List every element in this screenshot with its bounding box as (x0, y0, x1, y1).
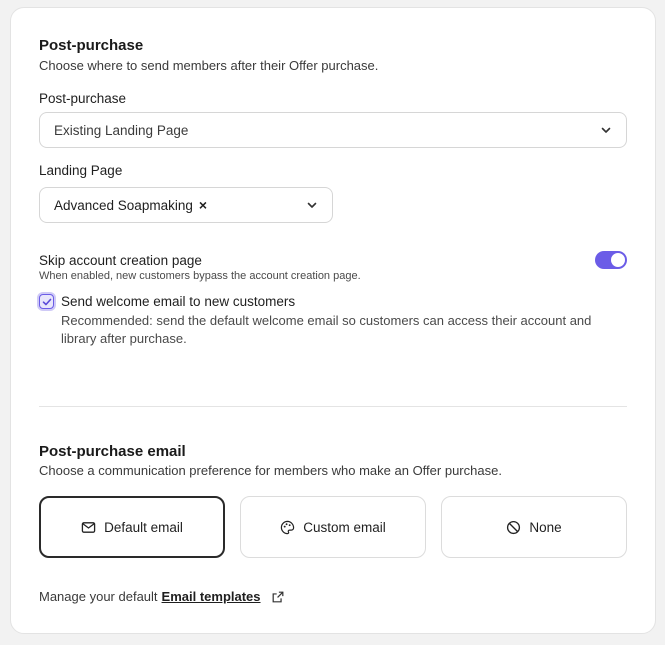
chevron-down-icon (601, 127, 611, 133)
section-subtitle: Choose where to send members after their… (39, 58, 379, 73)
option-label: None (529, 519, 562, 535)
welcome-email-description-line2: library after purchase. (61, 331, 187, 346)
option-none[interactable]: None (441, 496, 627, 558)
ban-icon (507, 520, 521, 534)
chevron-down-icon (307, 202, 317, 208)
post-purchase-value: Existing Landing Page (54, 122, 189, 138)
email-section-title: Post-purchase email (39, 443, 186, 460)
settings-card: Post-purchase Choose where to send membe… (10, 7, 656, 634)
option-custom-email[interactable]: Custom email (240, 496, 426, 558)
welcome-email-label: Send welcome email to new customers (61, 294, 296, 309)
option-default-email[interactable]: Default email (39, 496, 225, 558)
post-purchase-select[interactable]: Existing Landing Page (39, 112, 627, 148)
welcome-email-checkbox[interactable] (39, 294, 54, 309)
landing-page-tag: Advanced Soapmaking × (54, 198, 207, 213)
welcome-email-description-line1: Recommended: send the default welcome em… (61, 313, 592, 328)
landing-page-select[interactable]: Advanced Soapmaking × (39, 187, 333, 223)
external-link-icon[interactable] (271, 590, 285, 604)
section-divider (39, 406, 627, 407)
email-templates-link[interactable]: Email templates (162, 589, 261, 604)
toggle-knob (611, 253, 625, 267)
mail-icon (81, 521, 96, 533)
skip-account-help: When enabled, new customers bypass the a… (39, 270, 361, 282)
landing-page-label: Landing Page (39, 163, 123, 178)
remove-tag-icon[interactable]: × (199, 198, 207, 212)
footer-row: Manage your default Email templates (39, 589, 285, 604)
option-label: Default email (104, 519, 183, 535)
skip-account-label: Skip account creation page (39, 253, 202, 268)
skip-account-toggle[interactable] (595, 251, 627, 269)
post-purchase-label: Post-purchase (39, 91, 127, 106)
section-title: Post-purchase (39, 37, 144, 54)
landing-page-tag-label: Advanced Soapmaking (54, 197, 193, 213)
check-icon (42, 298, 51, 305)
palette-icon (281, 520, 295, 534)
email-section-subtitle: Choose a communication preference for me… (39, 463, 502, 478)
footer-prefix: Manage your default (39, 589, 158, 604)
option-label: Custom email (303, 519, 386, 535)
